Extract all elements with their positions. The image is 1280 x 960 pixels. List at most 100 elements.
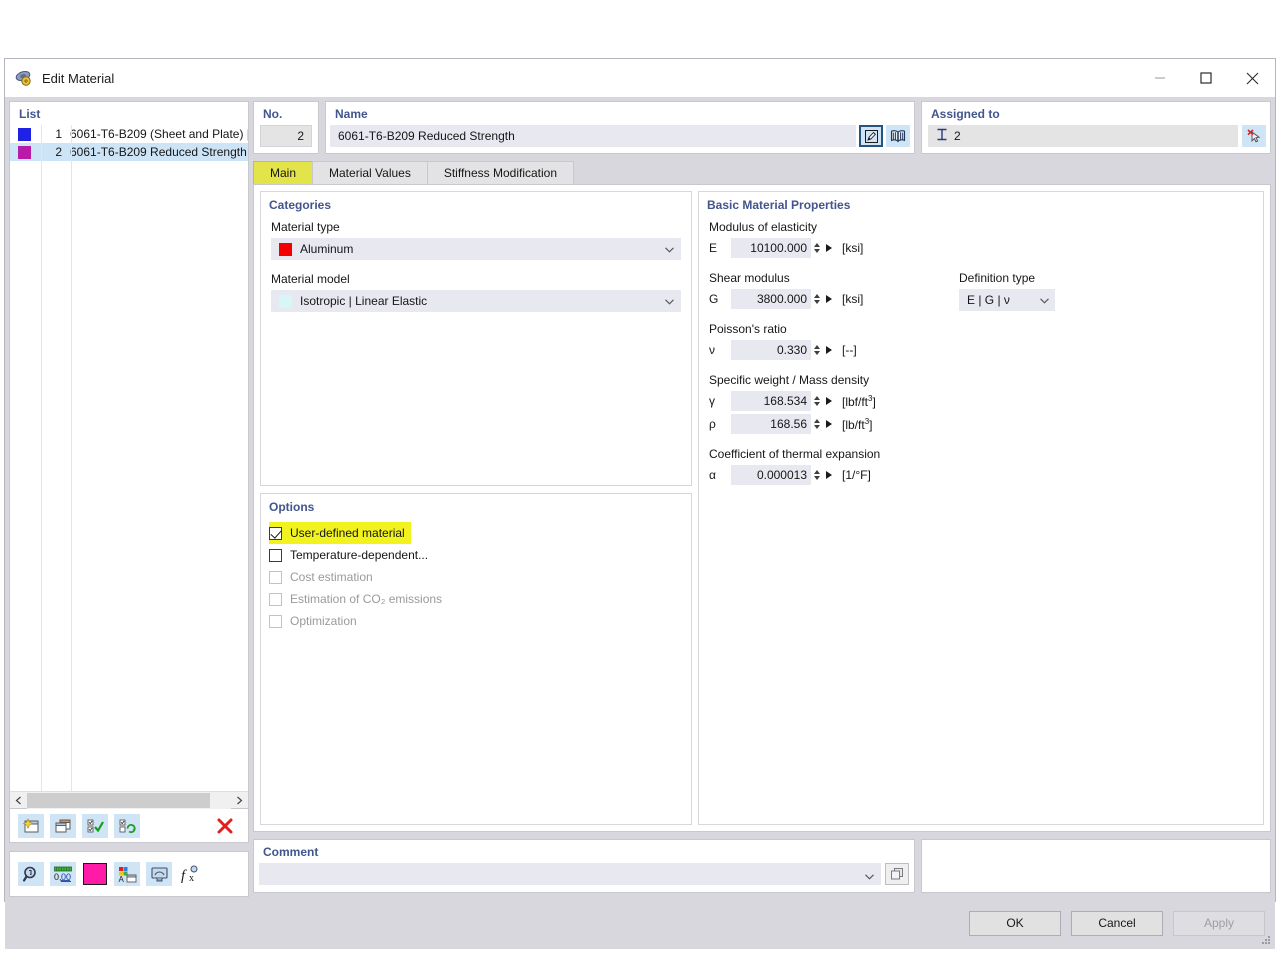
option-label: Estimation of CO₂ emissions (290, 592, 443, 606)
tab-material-values[interactable]: Material Values (312, 161, 428, 184)
magnifier-icon[interactable] (18, 862, 44, 886)
scroll-left-icon[interactable] (10, 792, 27, 809)
chevron-down-icon[interactable] (864, 869, 875, 880)
cancel-button[interactable]: Cancel (1071, 910, 1163, 936)
spinner-icon[interactable] (811, 340, 822, 360)
list-rows: 1 6061-T6-B209 (Sheet and Plate) | Isotr… (10, 125, 248, 791)
resize-grip[interactable] (1260, 934, 1272, 946)
mass-density-row: ρ 168.56 [lb/ft3] (709, 414, 1253, 434)
poissons-ratio-input[interactable]: 0.330 (731, 340, 811, 360)
assigned-group: Assigned to 2 (921, 101, 1271, 154)
apply-arrow-icon[interactable] (822, 465, 836, 485)
scrollbar-thumb[interactable] (27, 792, 210, 808)
display-props-icon[interactable]: A (114, 862, 140, 886)
assigned-value: 2 (954, 129, 961, 143)
apply-arrow-icon[interactable] (822, 238, 836, 258)
option-co2-emissions: Estimation of CO₂ emissions (269, 588, 681, 610)
material-type-select[interactable]: Aluminum (271, 238, 681, 260)
categories-panel: Categories Material type Aluminum Materi… (260, 191, 692, 486)
option-optimization: Optimization (269, 610, 681, 632)
material-model-swatch (279, 294, 292, 308)
maximize-icon[interactable] (1183, 59, 1229, 97)
apply-arrow-icon[interactable] (822, 289, 836, 309)
checklist-refresh-icon[interactable] (114, 813, 140, 838)
view-toolbar: 0, 00 A f x (9, 851, 249, 897)
assigned-field[interactable]: 2 (928, 125, 1238, 147)
spinner-icon[interactable] (811, 391, 822, 411)
apply-arrow-icon[interactable] (822, 391, 836, 411)
window-controls (1137, 59, 1275, 97)
material-model-select[interactable]: Isotropic | Linear Elastic (271, 290, 681, 312)
option-temperature-dependent[interactable]: Temperature-dependent... (269, 544, 681, 566)
list-toolbar (9, 809, 249, 843)
specific-weight-input[interactable]: 168.534 (731, 391, 811, 411)
checkbox-icon[interactable] (269, 548, 282, 562)
material-model-label: Material model (271, 272, 350, 286)
number-label: No. (263, 107, 283, 121)
scroll-right-icon[interactable] (231, 792, 248, 809)
monitor-icon[interactable] (146, 862, 172, 886)
spinner-icon[interactable] (811, 289, 822, 309)
thermal-expansion-row: α 0.000013 [1/°F] (709, 465, 1253, 485)
options-panel: Options User-defined material Temperatur… (260, 493, 692, 825)
edit-pencil-icon[interactable] (859, 125, 883, 147)
option-label: Optimization (290, 614, 357, 628)
number-format-icon[interactable]: 0, 00 (50, 862, 76, 886)
member-section-icon (936, 128, 948, 144)
spinner-icon[interactable] (811, 414, 822, 434)
spinner-icon[interactable] (811, 465, 822, 485)
dialog-body: List 1 6061-T6-B209 (Sheet and Plate) | … (5, 97, 1275, 897)
formula-icon[interactable]: f x (178, 862, 204, 886)
tab-stiffness-modification[interactable]: Stiffness Modification (426, 161, 575, 184)
thermal-expansion-input[interactable]: 0.000013 (731, 465, 811, 485)
dialog-footer: OK Cancel Apply (5, 897, 1275, 949)
modulus-of-elasticity-input[interactable]: 10100.000 (731, 238, 811, 258)
spinner-icon[interactable] (811, 238, 822, 258)
comment-input[interactable] (259, 863, 881, 885)
list-item[interactable]: 2 6061-T6-B209 Reduced Strength (10, 143, 248, 161)
deselect-cursor-icon[interactable] (1242, 125, 1266, 147)
apply-arrow-icon[interactable] (822, 414, 836, 434)
name-input[interactable]: 6061-T6-B209 Reduced Strength (330, 125, 856, 147)
book-library-icon[interactable] (886, 125, 910, 147)
checklist-check-icon[interactable] (82, 813, 108, 838)
categories-title: Categories (269, 198, 332, 212)
modulus-of-elasticity-unit: [ksi] (842, 241, 864, 255)
checkbox-icon (269, 592, 282, 606)
list-item[interactable]: 1 6061-T6-B209 (Sheet and Plate) | Isotr (10, 125, 248, 143)
tab-content-main: Categories Material type Aluminum Materi… (253, 184, 1271, 832)
list-header: List (19, 107, 41, 121)
option-user-defined-material[interactable]: User-defined material (269, 522, 411, 544)
shear-modulus-input[interactable]: 3800.000 (731, 289, 811, 309)
close-icon[interactable] (1229, 59, 1275, 97)
symbol-E: E (709, 241, 718, 255)
material-type-label: Material type (271, 220, 340, 234)
copy-comment-icon[interactable] (885, 863, 909, 885)
number-group: No. 2 (253, 101, 319, 154)
modulus-of-elasticity-row: E 10100.000 [ksi] (709, 238, 1253, 258)
specific-weight-row: γ 168.534 [lbf/ft3] (709, 391, 1253, 411)
new-window-icon[interactable] (18, 813, 44, 838)
mass-density-input[interactable]: 168.56 (731, 414, 811, 434)
material-list[interactable]: List 1 6061-T6-B209 (Sheet and Plate) | … (9, 101, 249, 809)
red-x-icon[interactable] (212, 814, 238, 838)
svg-text:f: f (181, 868, 187, 883)
specific-weight-group: Specific weight / Mass density γ 168.534… (709, 373, 1253, 434)
definition-type-select[interactable]: E | G | ν (959, 289, 1055, 311)
apply-button: Apply (1173, 910, 1265, 936)
ok-button[interactable]: OK (969, 910, 1061, 936)
symbol-G: G (709, 292, 719, 306)
window-title: Edit Material (42, 70, 115, 86)
minimize-icon[interactable] (1137, 59, 1183, 97)
checkbox-icon[interactable] (269, 526, 282, 540)
apply-arrow-icon[interactable] (822, 340, 836, 360)
name-label: Name (335, 107, 368, 121)
tab-main[interactable]: Main (253, 161, 314, 184)
color-swatch-icon[interactable] (82, 862, 108, 886)
scrollbar-track[interactable] (27, 791, 231, 809)
checkbox-icon (269, 570, 282, 584)
copy-window-icon[interactable] (50, 813, 76, 838)
main-area: No. 2 Name 6061-T6-B209 Reduced Strength (249, 97, 1275, 897)
list-horizontal-scrollbar[interactable] (10, 791, 248, 809)
options-title: Options (269, 500, 315, 514)
